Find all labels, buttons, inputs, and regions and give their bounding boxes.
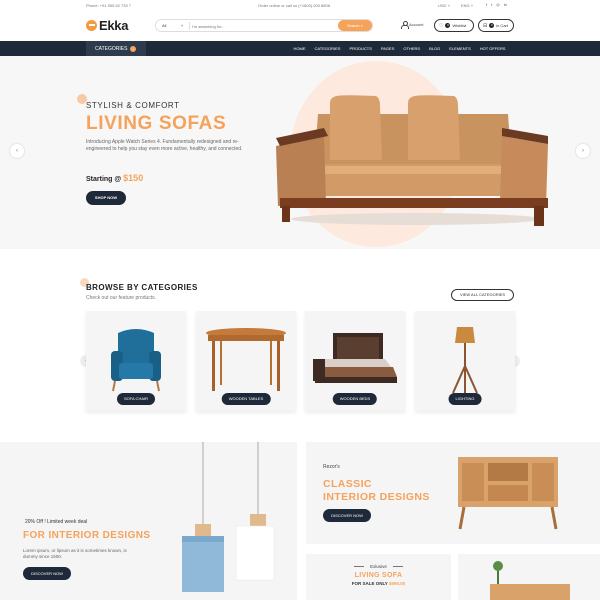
shop-now-button[interactable]: SHOP NOW — [86, 191, 126, 205]
product-banner — [458, 554, 600, 600]
categories-button[interactable]: CATEGORIES + — [86, 41, 146, 56]
hero-eyebrow: STYLISH & COMFORT — [86, 101, 180, 110]
category-label-wooden-beds[interactable]: WOODEN BEDS — [332, 393, 378, 405]
sale-label: FOR SALE ONLY — [351, 581, 388, 586]
instagram-icon[interactable]: ◎ — [496, 2, 500, 7]
logo-text: Ekka — [99, 18, 129, 33]
currency-select[interactable]: USD ˅ — [438, 3, 450, 8]
search-button[interactable]: Search ⌕ — [338, 20, 372, 31]
discover-now-button[interactable]: DISCOVER NOW — [23, 567, 71, 580]
categories-badge: + — [130, 45, 137, 52]
living-sofa-banner: Exlusive LIVING SOFA FOR SALE ONLY $590.… — [306, 554, 451, 600]
logo[interactable]: Ekka — [86, 18, 128, 33]
browse-subtitle: Check out our feature products. — [86, 295, 157, 301]
search-category-select[interactable]: All — [162, 23, 166, 28]
search-bar: All ˅ Search ⌕ — [155, 19, 373, 32]
promo-text: Order online or call us (+1800) 000 8808 — [258, 3, 330, 8]
wishlist-label: Wishlist — [452, 23, 467, 28]
nav-item-home[interactable]: HOME — [289, 46, 310, 51]
discover-now-button-classic[interactable]: DISCOVER NOW — [323, 509, 371, 522]
cart-button[interactable]: ⊟ 0 in Cart — [478, 19, 514, 32]
browse-title: BROWSE BY CATEGORIES — [86, 283, 198, 292]
twitter-icon[interactable]: t — [491, 2, 492, 7]
exclusive-label: Exlusive — [370, 564, 387, 569]
category-card-lighting[interactable]: LIGHTING — [415, 311, 515, 411]
nav-item-categories[interactable]: CATEGORIES — [310, 46, 345, 51]
search-icon: ⌕ — [360, 23, 364, 28]
user-icon — [401, 21, 409, 29]
search-button-label: Search — [346, 23, 360, 28]
banner-title: FOR INTERIOR DESIGNS — [23, 530, 151, 541]
account-label: Account — [409, 22, 424, 27]
social-links: f t ◎ in — [486, 2, 507, 7]
search-input[interactable] — [192, 21, 332, 31]
nav-item-elements[interactable]: ELEMENTS — [445, 46, 476, 51]
phone-text: Phone: +91 555 62 739 7 — [86, 3, 132, 8]
linkedin-icon[interactable]: in — [504, 2, 507, 7]
wishlist-count: 0 — [445, 23, 451, 28]
category-label-sofa-chair[interactable]: SOFA CHAIR — [116, 393, 156, 405]
banner-title-line2: INTERIOR DESIGNS — [323, 491, 430, 503]
language-value: ENG — [461, 3, 470, 8]
banner-description: Lorem ipsum, or lipsum as it is sometime… — [23, 548, 127, 559]
hero-slider: STYLISH & COMFORT LIVING SOFAS Introduci… — [0, 56, 600, 249]
banner-brand: Rezor's — [323, 464, 340, 470]
view-all-categories-button[interactable]: VIEW ALL CATEGORIES — [451, 289, 514, 301]
category-card-sofa-chair[interactable]: SOFA CHAIR — [86, 311, 186, 411]
nav-item-pages[interactable]: PAGES — [376, 46, 399, 51]
nav-menu: HOME CATEGORIES PRODUCTS PAGES OTHERS BL… — [289, 41, 510, 56]
sideboard-image — [490, 561, 570, 600]
top-bar: Phone: +91 555 62 739 7 Order online or … — [0, 0, 600, 11]
chevron-down-icon: ˅ — [181, 23, 184, 28]
nav-item-blog[interactable]: BLOG — [425, 46, 445, 51]
account-link[interactable]: Account — [401, 21, 424, 29]
language-select[interactable]: ENG ˅ — [461, 3, 473, 8]
nav-item-products[interactable]: PRODUCTS — [345, 46, 376, 51]
logo-icon — [86, 20, 97, 31]
pendant-lamps-image — [182, 442, 275, 592]
nav-item-hot-offers[interactable]: HOT OFFERS — [475, 46, 510, 51]
sale-text: FOR SALE ONLY $590.00 — [306, 581, 451, 586]
search-divider — [189, 22, 190, 30]
nav-item-others[interactable]: OTHERS — [399, 46, 425, 51]
cart-label: in Cart — [496, 23, 508, 28]
hero-starting-price: Starting @ $150 — [86, 173, 143, 183]
category-card-wooden-beds[interactable]: WOODEN BEDS — [305, 311, 405, 411]
category-label-lighting[interactable]: LIGHTING — [448, 393, 482, 405]
main-nav: CATEGORIES + HOME CATEGORIES PRODUCTS PA… — [0, 41, 600, 56]
heart-icon: ♡ — [439, 22, 444, 29]
category-label-wooden-tables[interactable]: WOODEN TABLES — [221, 393, 271, 405]
categories-label: CATEGORIES — [95, 45, 128, 52]
hero-title: LIVING SOFAS — [86, 113, 227, 134]
cart-icon: ⊟ — [483, 22, 488, 29]
header: Ekka All ˅ Search ⌕ Account ♡ 0 Wishlist… — [0, 11, 600, 41]
hero-description: Introducing Apple Watch Series 4. Fundam… — [86, 139, 243, 152]
wooden-cabinet-image — [458, 457, 558, 530]
sofa-image — [276, 95, 548, 226]
banner-title-line1: CLASSIC — [323, 478, 372, 490]
banner-offer-text: 20% Off ! Limited week deal — [25, 519, 88, 525]
sale-price: $590.00 — [389, 581, 406, 586]
category-card-wooden-tables[interactable]: WOODEN TABLES — [196, 311, 296, 411]
hero-price: $150 — [123, 173, 144, 183]
cart-count: 0 — [489, 23, 495, 28]
living-sofa-title: LIVING SOFA — [354, 572, 403, 579]
facebook-icon[interactable]: f — [486, 2, 487, 7]
currency-value: USD — [438, 3, 447, 8]
hero-prev-arrow[interactable]: ‹ — [10, 144, 24, 158]
hero-next-arrow[interactable]: › — [576, 144, 590, 158]
starting-label: Starting @ — [86, 176, 122, 183]
wishlist-button[interactable]: ♡ 0 Wishlist — [434, 19, 474, 32]
banner-title-classic: CLASSIC INTERIOR DESIGNS — [323, 478, 430, 504]
